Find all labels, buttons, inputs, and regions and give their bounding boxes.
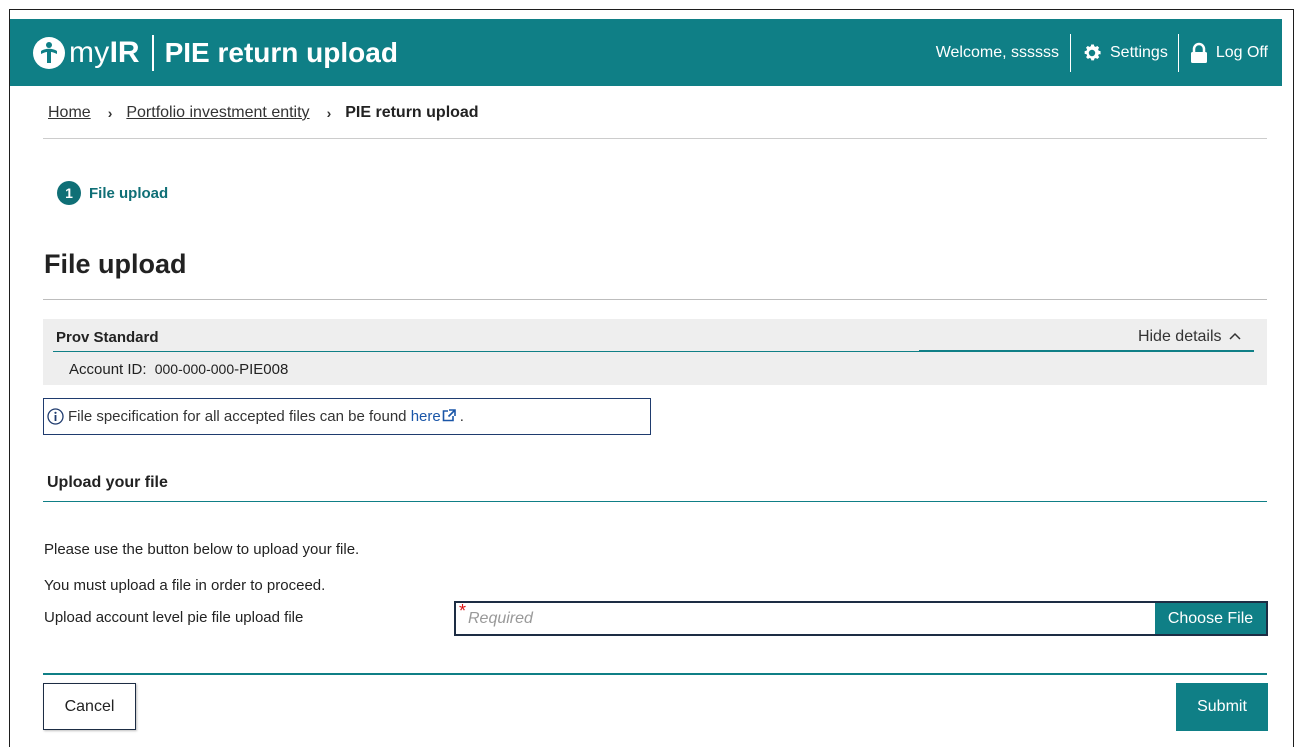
welcome-text: Welcome, ssssss [935,44,1059,61]
breadcrumb-divider [43,138,1267,139]
breadcrumb-home-link[interactable]: Home [48,104,91,122]
upload-section-title: Upload your file [47,474,168,491]
chevron-up-icon [1229,332,1241,340]
account-id: Account ID: 000-000-000-PIE008 [69,361,288,378]
file-spec-link[interactable]: here [411,408,460,425]
hide-details-underline [919,350,1254,352]
upload-requirement: You must upload a file in order to proce… [44,577,326,594]
settings-label: Settings [1110,44,1168,61]
file-spec-link-label: here [410,408,441,425]
hide-details-toggle[interactable]: Hide details [1138,328,1241,346]
file-input-placeholder: Required [468,610,533,627]
step-number-badge: 1 [57,181,81,205]
account-id-value: 000-000-000 [154,361,235,377]
file-spec-info-box: File specification for all accepted file… [43,398,651,435]
info-text: File specification for all accepted file… [68,408,407,425]
myir-logo-icon [33,37,65,69]
page-title: File upload [44,249,187,279]
breadcrumb-portfolio-link[interactable]: Portfolio investment entity [126,104,309,122]
info-period: . [459,408,464,425]
required-asterisk: * [459,601,467,621]
account-name: Prov Standard [56,329,159,346]
gear-icon [1084,44,1101,61]
title-divider [43,299,1267,300]
logoff-button[interactable]: Log Off [1179,33,1282,73]
brand-ir: IR [109,36,140,69]
file-path-input[interactable]: * Required [454,601,1157,636]
lock-icon [1190,42,1207,63]
hide-details-label: Hide details [1137,328,1222,345]
brand[interactable]: my IR PIE return upload [32,33,398,73]
submit-button[interactable]: Submit [1176,683,1268,731]
header-actions: Welcome, ssssss Settings Log Off [936,33,1282,73]
footer-divider [43,673,1267,675]
breadcrumb-current: PIE return upload [345,104,479,121]
cancel-button[interactable]: Cancel [43,683,136,730]
account-id-label: Account ID: [69,361,147,378]
logoff-label: Log Off [1215,44,1268,61]
step-label: File upload [89,184,169,202]
external-link-icon [442,409,456,422]
choose-file-button[interactable]: Choose File [1155,601,1268,636]
chevron-right-icon: › [326,105,332,121]
app-title: PIE return upload [164,37,398,68]
account-id-suffix: -PIE008 [234,361,289,378]
upload-field-label: Upload account level pie file upload fil… [44,609,304,626]
breadcrumb: Home › Portfolio investment entity › PIE… [48,104,479,122]
info-icon [47,408,64,425]
brand-separator [151,35,154,71]
step-indicator: 1 File upload [57,181,168,205]
account-name-underline [53,351,919,352]
upload-instruction: Please use the button below to upload yo… [44,541,360,558]
account-panel: Prov Standard Hide details Account ID: 0… [43,319,1267,385]
app-header: my IR PIE return upload Welcome, ssssss S… [10,19,1282,86]
brand-my: my [69,36,110,69]
chevron-right-icon: › [107,105,113,121]
settings-button[interactable]: Settings [1071,33,1178,73]
section-divider [43,501,1267,502]
